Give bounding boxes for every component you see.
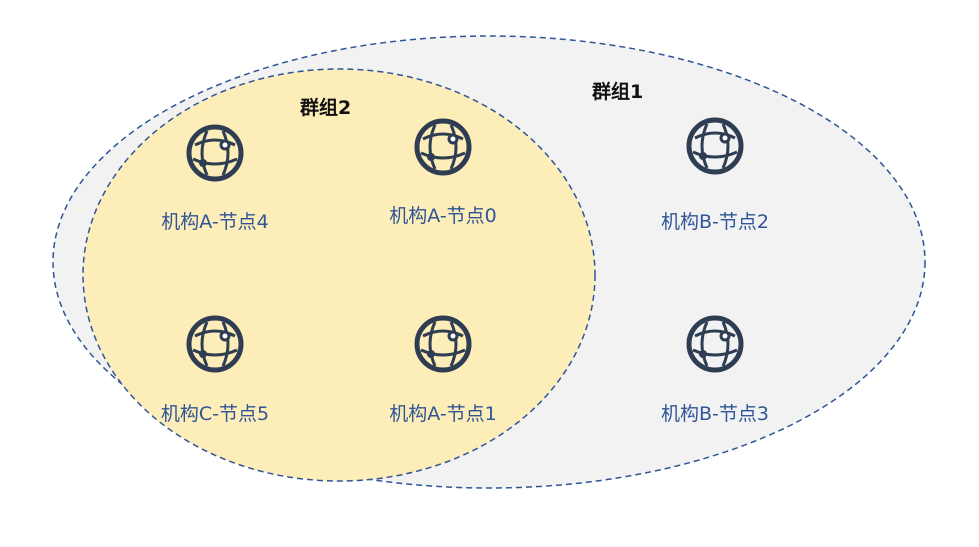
node-org-a-1: 机构A-节点1 xyxy=(353,397,533,426)
group2-title: 群组2 xyxy=(300,97,352,119)
node-label: 机构C-节点5 xyxy=(160,403,270,425)
node-org-c-5: 机构C-节点5 xyxy=(125,397,305,426)
node-org-a-4: 机构A-节点4 xyxy=(125,205,305,234)
node-label: 机构B-节点2 xyxy=(661,211,769,233)
node-org-b-2: 机构B-节点2 xyxy=(625,205,805,234)
node-label: 机构A-节点4 xyxy=(161,211,269,233)
node-org-a-0: 机构A-节点0 xyxy=(353,199,533,228)
group-diagram xyxy=(52,35,926,489)
node-label: 机构A-节点1 xyxy=(389,403,497,425)
node-label: 机构B-节点3 xyxy=(661,403,769,425)
node-org-b-3: 机构B-节点3 xyxy=(625,397,805,426)
node-label: 机构A-节点0 xyxy=(389,205,497,227)
group1-title: 群组1 xyxy=(592,81,644,103)
